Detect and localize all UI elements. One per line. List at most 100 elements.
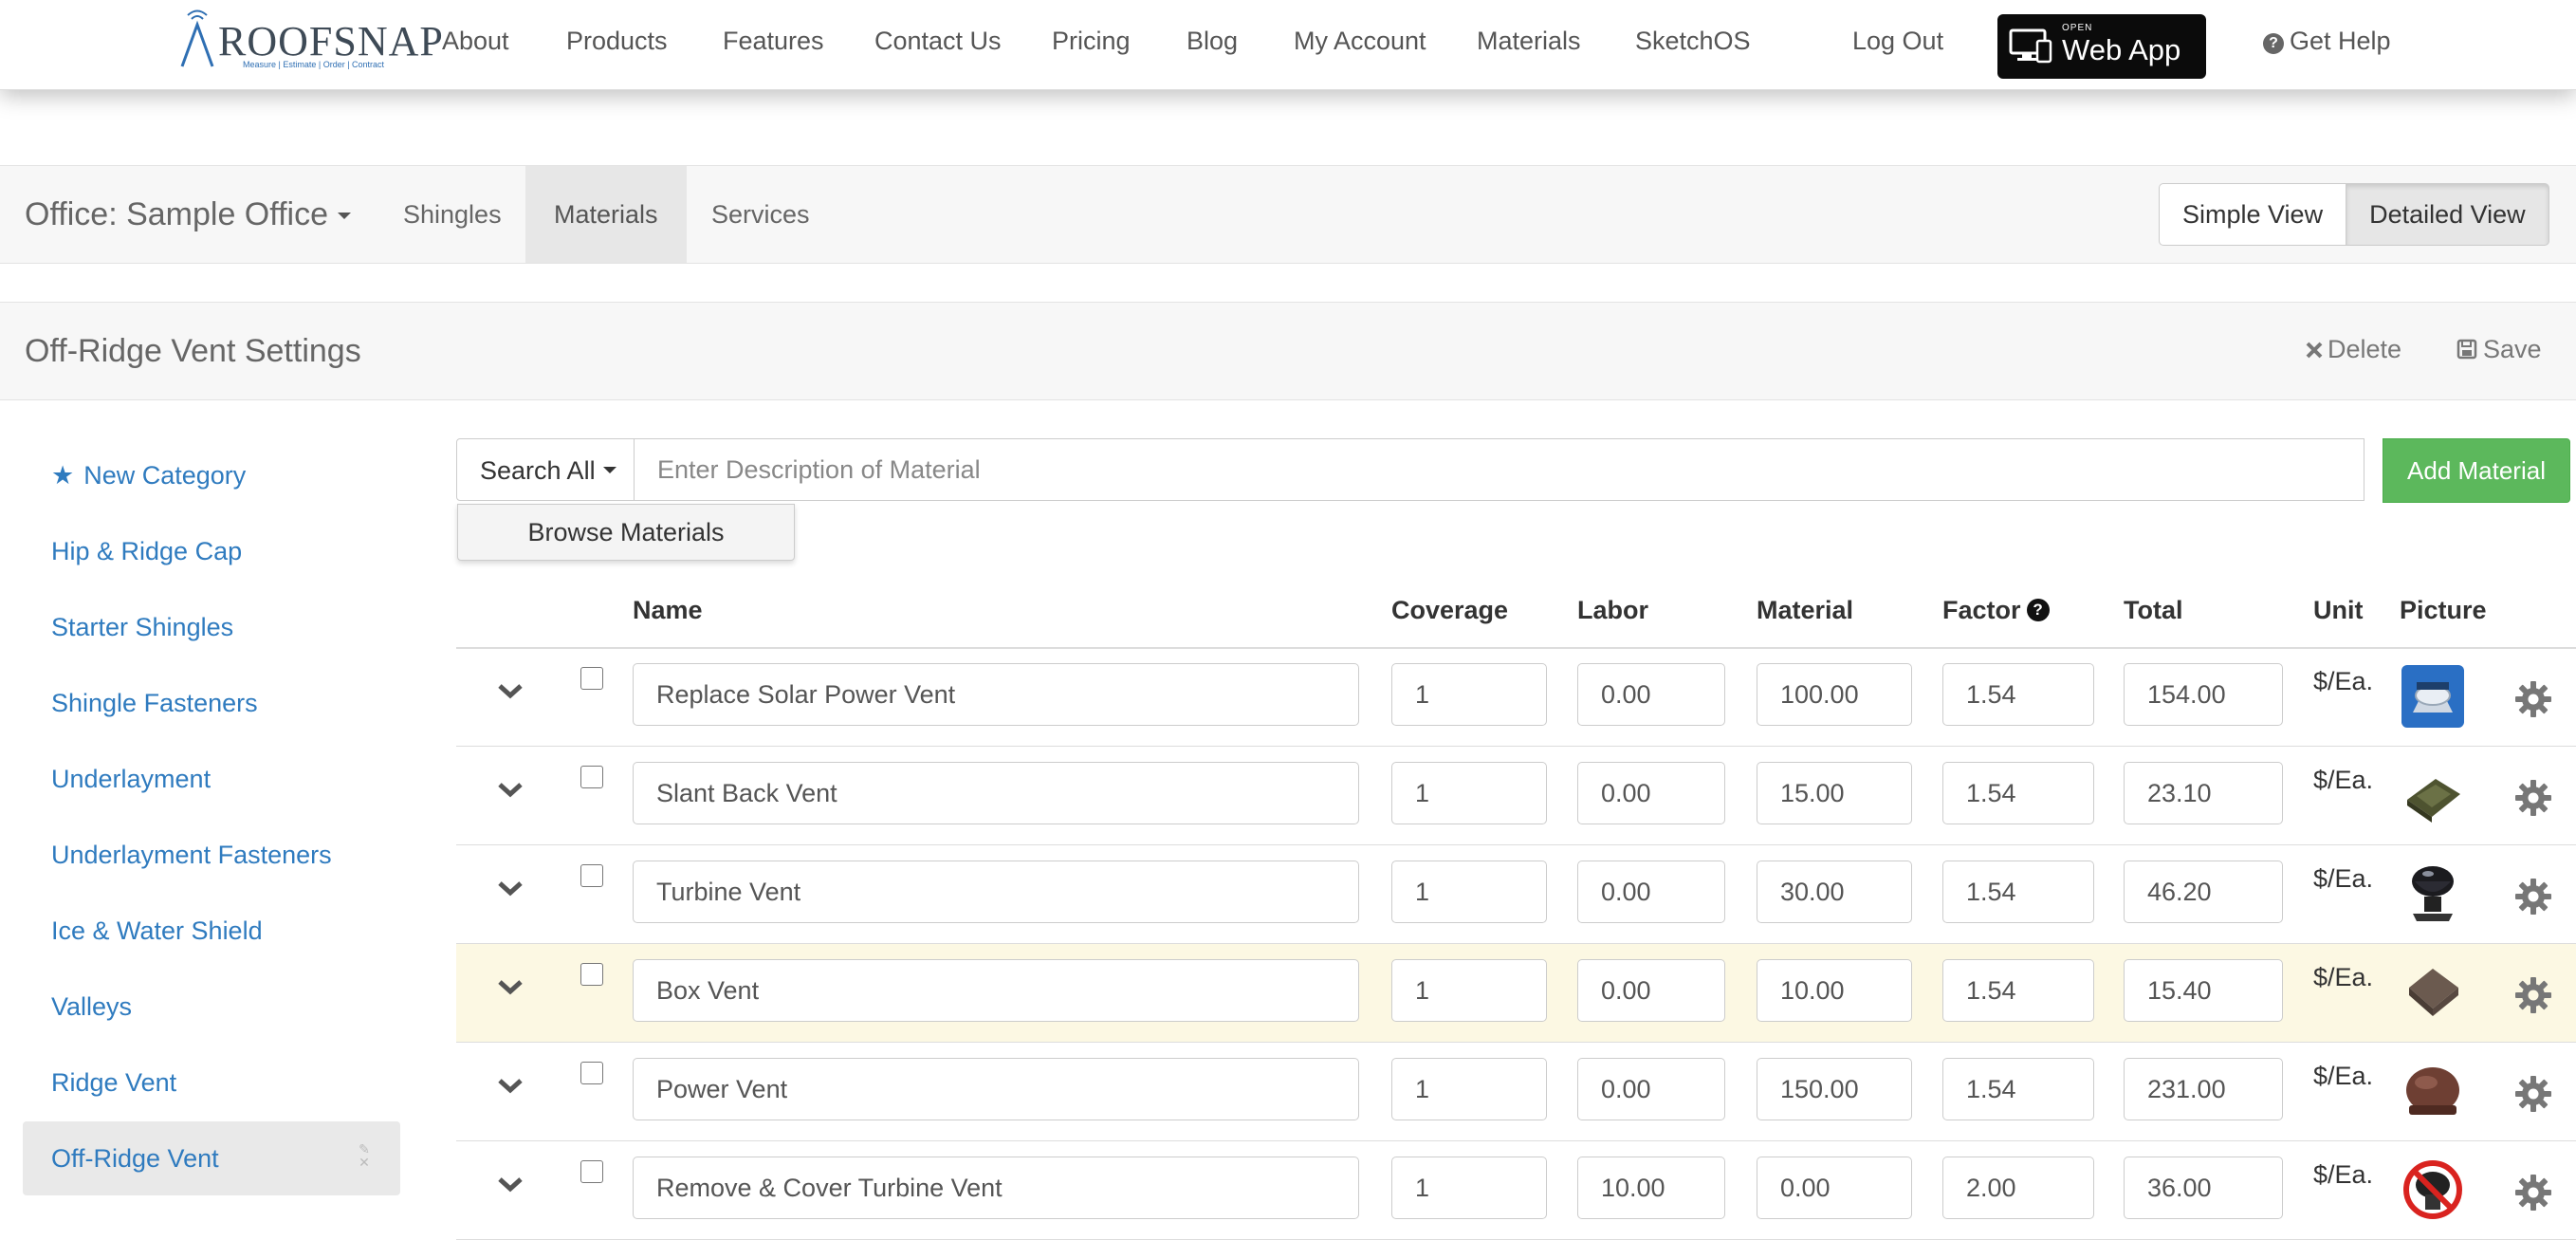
labor-field[interactable] [1577,1058,1725,1120]
row-select-checkbox[interactable] [580,1160,603,1183]
add-material-button[interactable]: Add Material [2383,438,2570,503]
material-field[interactable] [1757,861,1912,923]
chevron-down-icon[interactable] [496,682,524,701]
coverage-field[interactable] [1391,663,1547,726]
coverage-field[interactable] [1391,1058,1547,1120]
factor-field[interactable] [1942,1157,2094,1219]
chevron-down-icon[interactable] [496,781,524,800]
sidebar-item-ice-water-shield[interactable]: Ice & Water Shield [23,894,400,968]
nav-blog[interactable]: Blog [1187,27,1238,56]
gear-icon[interactable] [2514,1174,2552,1212]
sidebar-item-starter-shingles[interactable]: Starter Shingles [23,590,400,664]
coverage-field[interactable] [1391,959,1547,1022]
total-field[interactable] [2124,959,2283,1022]
open-web-app-button[interactable]: OPEN Web App [1997,14,2206,79]
nav-log-out[interactable]: Log Out [1852,27,1943,56]
remove-vent-image[interactable] [2400,1157,2466,1223]
total-field[interactable] [2124,1058,2283,1120]
tab-materials[interactable]: Materials [525,166,687,263]
turbine-vent-image[interactable] [2400,861,2466,927]
chevron-down-icon[interactable] [496,1077,524,1096]
sidebar-item-new-category[interactable]: ★ New Category [23,438,400,512]
delete-label: Delete [2328,335,2402,363]
total-field[interactable] [2124,1157,2283,1219]
get-help-link[interactable]: ? Get Help [2263,27,2391,56]
labor-field[interactable] [1577,663,1725,726]
chevron-down-icon[interactable] [496,1175,524,1194]
factor-field[interactable] [1942,663,2094,726]
total-field[interactable] [2124,663,2283,726]
material-field[interactable] [1757,762,1912,824]
chevron-down-icon[interactable] [496,879,524,898]
factor-field[interactable] [1942,959,2094,1022]
row-select-checkbox[interactable] [580,1062,603,1084]
nav-features[interactable]: Features [723,27,824,56]
sidebar-item-underlayment-fasteners[interactable]: Underlayment Fasteners [23,818,400,892]
nav-contact-us[interactable]: Contact Us [874,27,1002,56]
coverage-field[interactable] [1391,861,1547,923]
material-field[interactable] [1757,663,1912,726]
nav-about[interactable]: About [442,27,509,56]
browse-materials-button[interactable]: Browse Materials [457,504,795,561]
gear-icon[interactable] [2514,976,2552,1014]
row-select-checkbox[interactable] [580,864,603,887]
logo-tagline: Measure | Estimate | Order | Contract [243,60,385,69]
roofsnap-logo[interactable]: ROOFSNAP Measure | Estimate | Order | Co… [176,8,443,74]
search-scope-dropdown[interactable]: Search All [456,438,635,501]
factor-field[interactable] [1942,861,2094,923]
solar-vent-image[interactable] [2400,663,2466,730]
tab-services[interactable]: Services [683,166,838,263]
sidebar-item-ridge-vent[interactable]: Ridge Vent [23,1046,400,1120]
material-search-input[interactable] [634,438,2364,501]
sidebar-item-underlayment[interactable]: Underlayment [23,742,400,816]
gear-icon[interactable] [2514,1075,2552,1113]
save-button[interactable]: Save [2456,335,2542,364]
labor-field[interactable] [1577,959,1725,1022]
name-field[interactable] [633,762,1359,824]
labor-field[interactable] [1577,1157,1725,1219]
name-field[interactable] [633,959,1359,1022]
sidebar-item-valleys[interactable]: Valleys [23,970,400,1044]
factor-field[interactable] [1942,762,2094,824]
question-circle-icon[interactable]: ? [2026,599,2050,621]
name-field[interactable] [633,1157,1359,1219]
gear-icon[interactable] [2514,680,2552,718]
nav-products[interactable]: Products [566,27,668,56]
delete-button[interactable]: Delete [2305,335,2401,364]
labor-field[interactable] [1577,762,1725,824]
name-field[interactable] [633,1058,1359,1120]
simple-view-button[interactable]: Simple View [2159,183,2347,246]
total-field[interactable] [2124,861,2283,923]
nav-pricing[interactable]: Pricing [1052,27,1131,56]
detailed-view-button[interactable]: Detailed View [2346,183,2549,246]
chevron-down-icon[interactable] [496,978,524,997]
sidebar-item-hip-ridge-cap[interactable]: Hip & Ridge Cap [23,514,400,588]
factor-field[interactable] [1942,1058,2094,1120]
nav-sketchos[interactable]: SketchOS [1635,27,1751,56]
slant-vent-image[interactable] [2400,762,2466,828]
row-select-checkbox[interactable] [580,963,603,986]
name-field[interactable] [633,663,1359,726]
coverage-field[interactable] [1391,762,1547,824]
total-field[interactable] [2124,762,2283,824]
name-field[interactable] [633,861,1359,923]
material-field[interactable] [1757,1157,1912,1219]
gear-icon[interactable] [2514,779,2552,817]
nav-my-account[interactable]: My Account [1294,27,1426,56]
row-select-checkbox[interactable] [580,766,603,788]
tab-shingles[interactable]: Shingles [375,166,530,263]
nav-materials[interactable]: Materials [1477,27,1581,56]
labor-field[interactable] [1577,861,1725,923]
material-field[interactable] [1757,1058,1912,1120]
unit-label: $/Ea. [2313,1062,2374,1090]
row-select-checkbox[interactable] [580,667,603,690]
sidebar-item-shingle-fasteners[interactable]: Shingle Fasteners [23,666,400,740]
box-vent-image[interactable] [2400,959,2466,1026]
material-field[interactable] [1757,959,1912,1022]
edit-remove-icon[interactable]: ✎ ✕ [355,1142,374,1169]
coverage-field[interactable] [1391,1157,1547,1219]
gear-icon[interactable] [2514,878,2552,916]
power-vent-image[interactable] [2400,1058,2466,1124]
office-dropdown[interactable]: Office: Sample Office [25,196,351,233]
sidebar-item-off-ridge-vent[interactable]: Off-Ridge Vent ✎ ✕ [23,1121,400,1195]
